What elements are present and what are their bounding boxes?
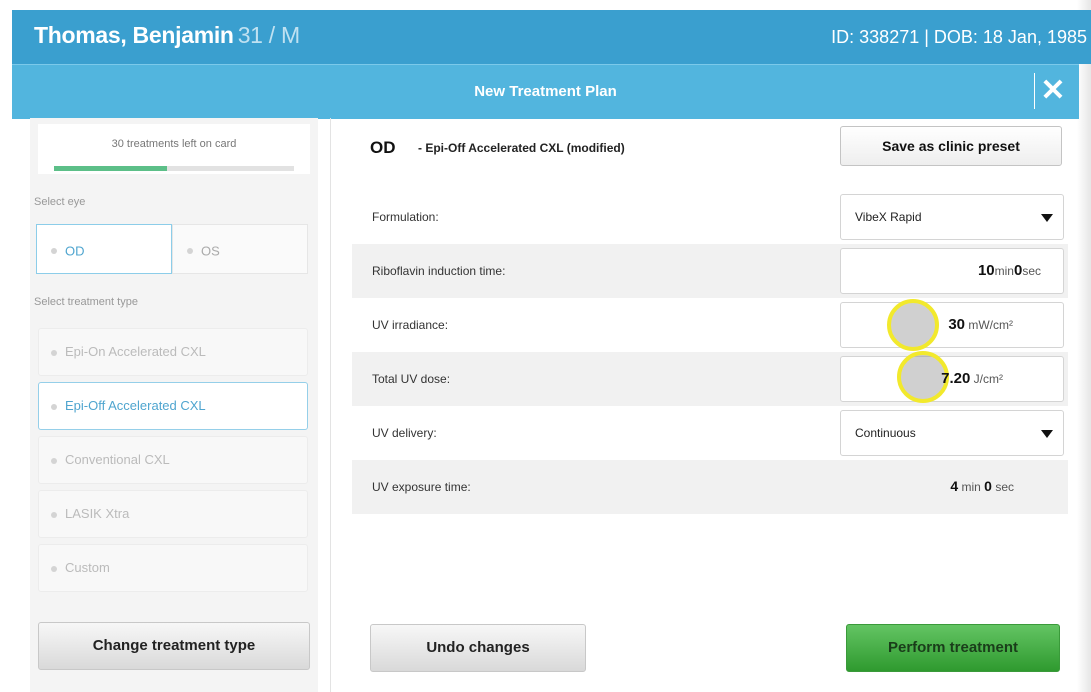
dose-label: Total UV dose:	[372, 372, 451, 386]
radio-icon	[51, 403, 57, 410]
exposure-min-unit: min	[961, 480, 981, 494]
highlight-circle	[887, 299, 939, 351]
delivery-value: Continuous	[855, 426, 916, 440]
delivery-select[interactable]: Continuous	[840, 410, 1064, 456]
save-clinic-preset-button[interactable]: Save as clinic preset	[840, 126, 1062, 166]
treatments-left-text: 30 treatments left on card	[38, 138, 310, 150]
treatments-left-count: 30	[111, 138, 124, 150]
radio-icon	[51, 511, 57, 518]
delivery-label: UV delivery:	[372, 426, 437, 440]
exposure-min: 4	[950, 478, 959, 494]
left-panel: 30 treatments left on card Select eye OD…	[30, 118, 318, 692]
radio-icon	[51, 349, 57, 356]
change-treatment-type-button[interactable]: Change treatment type	[38, 622, 310, 670]
app-window: Thomas, Benjamin 31 / M ID: 338271 | DOB:…	[0, 0, 1091, 692]
dialog-title: New Treatment Plan	[474, 83, 617, 100]
irradiance-row: UV irradiance: 30 mW/cm²	[352, 298, 1068, 352]
select-eye-label: Select eye	[34, 196, 86, 208]
patient-name: Thomas, Benjamin 31 / M	[34, 22, 300, 49]
plan-name: - Epi-Off Accelerated CXL (modified)	[418, 141, 625, 155]
formulation-select[interactable]: VibeX Rapid	[840, 194, 1064, 240]
dose-field[interactable]: 7.20 J/cm²	[840, 351, 1064, 403]
riboflavin-time-field[interactable]: 10min0sec	[840, 248, 1064, 294]
eye-option-os[interactable]: OS	[172, 224, 308, 274]
treatment-option-epi-off[interactable]: Epi-Off Accelerated CXL	[38, 382, 308, 430]
riboflavin-sec-unit: sec	[1022, 264, 1041, 278]
radio-icon	[51, 457, 57, 464]
treatment-option-label: Conventional CXL	[65, 452, 170, 467]
patient-id-dob: ID: 338271 | DOB: 18 Jan, 1985	[831, 27, 1087, 47]
dose-unit: J/cm²	[973, 372, 1003, 386]
exposure-sec-unit: sec	[995, 480, 1014, 494]
treatment-option-label: Epi-On Accelerated CXL	[65, 344, 206, 359]
irradiance-value-text: 30 mW/cm²	[948, 316, 1013, 333]
dose-value-text: 7.20 J/cm²	[941, 370, 1003, 387]
dropdown-caret-icon	[1041, 214, 1053, 222]
irradiance-label: UV irradiance:	[372, 318, 449, 332]
treatments-left-label: treatments left on card	[126, 138, 237, 150]
riboflavin-min-unit: min	[994, 264, 1014, 278]
patient-header: Thomas, Benjamin 31 / M ID: 338271 | DOB:…	[12, 10, 1091, 64]
irradiance-unit: mW/cm²	[968, 318, 1013, 332]
treatments-progress-fill	[54, 166, 167, 171]
treatment-option-conventional[interactable]: Conventional CXL	[38, 436, 308, 484]
riboflavin-time-value: 10min0sec	[978, 262, 1041, 279]
radio-icon	[187, 247, 193, 254]
exposure-row: UV exposure time: 4 min 0 sec	[352, 460, 1068, 514]
treatments-progress-bar	[54, 166, 294, 171]
riboflavin-label: Riboflavin induction time:	[372, 264, 506, 278]
plan-header: OD - Epi-Off Accelerated CXL (modified) …	[352, 118, 1068, 178]
exposure-label: UV exposure time:	[372, 480, 471, 494]
window-shadow	[1077, 0, 1091, 692]
perform-treatment-button[interactable]: Perform treatment	[846, 624, 1060, 672]
treatment-option-label: Epi-Off Accelerated CXL	[65, 398, 206, 413]
select-treatment-type-label: Select treatment type	[34, 296, 138, 308]
formulation-label: Formulation:	[372, 210, 439, 224]
treatment-option-label: Custom	[65, 560, 110, 575]
exposure-time-value: 4 min 0 sec	[950, 478, 1014, 494]
radio-icon	[51, 565, 57, 572]
panel-divider	[330, 118, 331, 692]
dose-value: 7.20	[941, 370, 971, 387]
treatment-option-label: LASIK Xtra	[65, 506, 130, 521]
formulation-value: VibeX Rapid	[855, 210, 922, 224]
close-icon[interactable]: ✕	[1034, 73, 1071, 109]
dropdown-caret-icon	[1041, 430, 1053, 438]
patient-name-text: Thomas, Benjamin	[34, 22, 234, 48]
dose-row: Total UV dose: 7.20 J/cm²	[352, 351, 1068, 406]
eye-option-label: OS	[201, 243, 220, 259]
delivery-row: UV delivery: Continuous	[352, 406, 1068, 460]
patient-age-sex: 31 / M	[237, 22, 300, 48]
dialog-title-bar: New Treatment Plan ✕	[12, 64, 1079, 119]
treatment-option-custom[interactable]: Custom	[38, 544, 308, 592]
radio-icon	[51, 247, 57, 254]
treatment-option-lasik-xtra[interactable]: LASIK Xtra	[38, 490, 308, 538]
treatment-option-epi-on[interactable]: Epi-On Accelerated CXL	[38, 328, 308, 376]
irradiance-value: 30	[948, 316, 965, 333]
eye-option-od[interactable]: OD	[36, 224, 172, 274]
formulation-row: Formulation: VibeX Rapid	[352, 190, 1068, 244]
riboflavin-row: Riboflavin induction time: 10min0sec	[352, 244, 1068, 298]
treatment-parameters: Formulation: VibeX Rapid Riboflavin indu…	[352, 190, 1068, 514]
undo-changes-button[interactable]: Undo changes	[370, 624, 586, 672]
plan-eye: OD	[370, 138, 396, 157]
exposure-sec: 0	[984, 478, 992, 494]
eye-selector: OD OS	[36, 224, 308, 274]
riboflavin-min: 10	[977, 262, 995, 279]
eye-option-label: OD	[65, 243, 85, 259]
treatment-card-status: 30 treatments left on card	[38, 124, 310, 174]
irradiance-field[interactable]: 30 mW/cm²	[840, 299, 1064, 351]
